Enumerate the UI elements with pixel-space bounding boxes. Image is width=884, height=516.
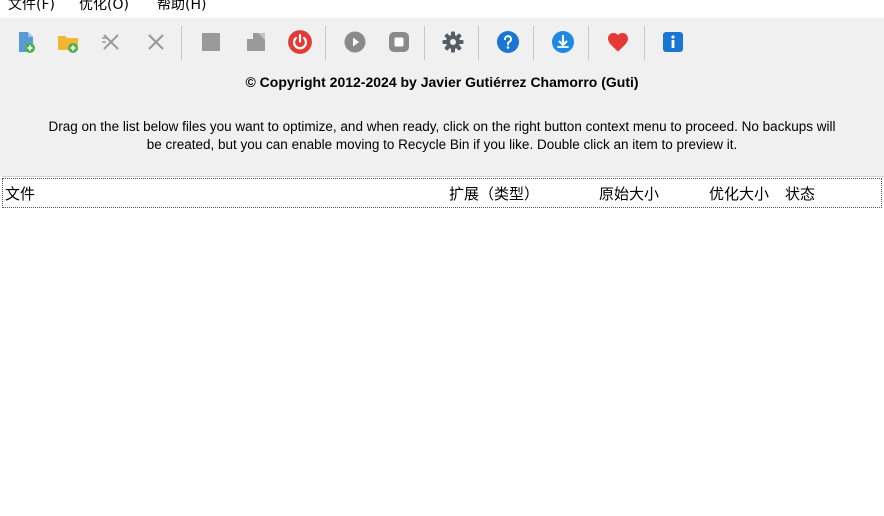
copyright-text: © Copyright 2012-2024 by Javier Gutiérre…: [245, 74, 639, 90]
update-icon: [552, 31, 574, 53]
menu-file[interactable]: 文件(F): [8, 0, 55, 12]
toolbar-separator: [533, 26, 534, 60]
instructions-text: Drag on the list below files you want to…: [0, 118, 884, 154]
about-info-icon: [663, 32, 683, 52]
stop-icon: [389, 32, 409, 52]
add-folder-button[interactable]: [54, 28, 82, 56]
menu-optimize[interactable]: 优化(O): [79, 0, 129, 12]
toolbar-separator: [588, 26, 589, 60]
toolbar-separator: [644, 26, 645, 60]
export-icon: [247, 33, 265, 51]
add-file-icon: [19, 32, 35, 53]
clear-list-button[interactable]: [142, 28, 170, 56]
column-extension[interactable]: 扩展（类型）: [449, 183, 539, 204]
toolbar-separator: [424, 26, 425, 60]
power-button[interactable]: [286, 28, 314, 56]
export-button[interactable]: [242, 28, 270, 56]
settings-gear-icon: [442, 31, 464, 53]
help-icon: [497, 31, 519, 53]
settings-button[interactable]: [439, 28, 467, 56]
toolbar-separator: [181, 26, 182, 60]
column-original-size[interactable]: 原始大小: [599, 183, 659, 204]
column-optimized-size[interactable]: 优化大小: [709, 183, 769, 204]
menu-bar: 文件(F) 优化(O) 帮助(H): [0, 0, 884, 18]
donate-heart-icon: [608, 33, 628, 52]
play-button[interactable]: [341, 28, 369, 56]
add-folder-icon: [58, 36, 78, 53]
toolbar-separator: [325, 26, 326, 60]
donate-button[interactable]: [604, 28, 632, 56]
add-file-button[interactable]: [12, 28, 40, 56]
play-icon: [344, 31, 366, 53]
clear-list-icon: [148, 34, 164, 50]
toolbar-separator: [478, 26, 479, 60]
file-list[interactable]: 文件 扩展（类型） 原始大小 优化大小 状态: [2, 176, 884, 516]
stop-square-button[interactable]: [197, 28, 225, 56]
help-button[interactable]: [494, 28, 522, 56]
power-icon: [288, 30, 312, 54]
update-button[interactable]: [549, 28, 577, 56]
list-header: 文件 扩展（类型） 原始大小 优化大小 状态: [2, 178, 882, 208]
instructions-line-2: be created, but you can enable moving to…: [146, 137, 738, 152]
instructions-line-1: Drag on the list below files you want to…: [48, 119, 836, 134]
remove-selected-icon: [102, 34, 119, 50]
stop-button[interactable]: [385, 28, 413, 56]
column-file[interactable]: 文件: [5, 183, 35, 204]
toolbar: [0, 18, 884, 68]
remove-selected-button[interactable]: [97, 28, 125, 56]
info-panel: © Copyright 2012-2024 by Javier Gutiérre…: [0, 68, 884, 176]
stop-square-icon: [202, 33, 220, 51]
column-status[interactable]: 状态: [785, 183, 815, 204]
menu-help[interactable]: 帮助(H): [157, 0, 206, 12]
about-button[interactable]: [659, 28, 687, 56]
